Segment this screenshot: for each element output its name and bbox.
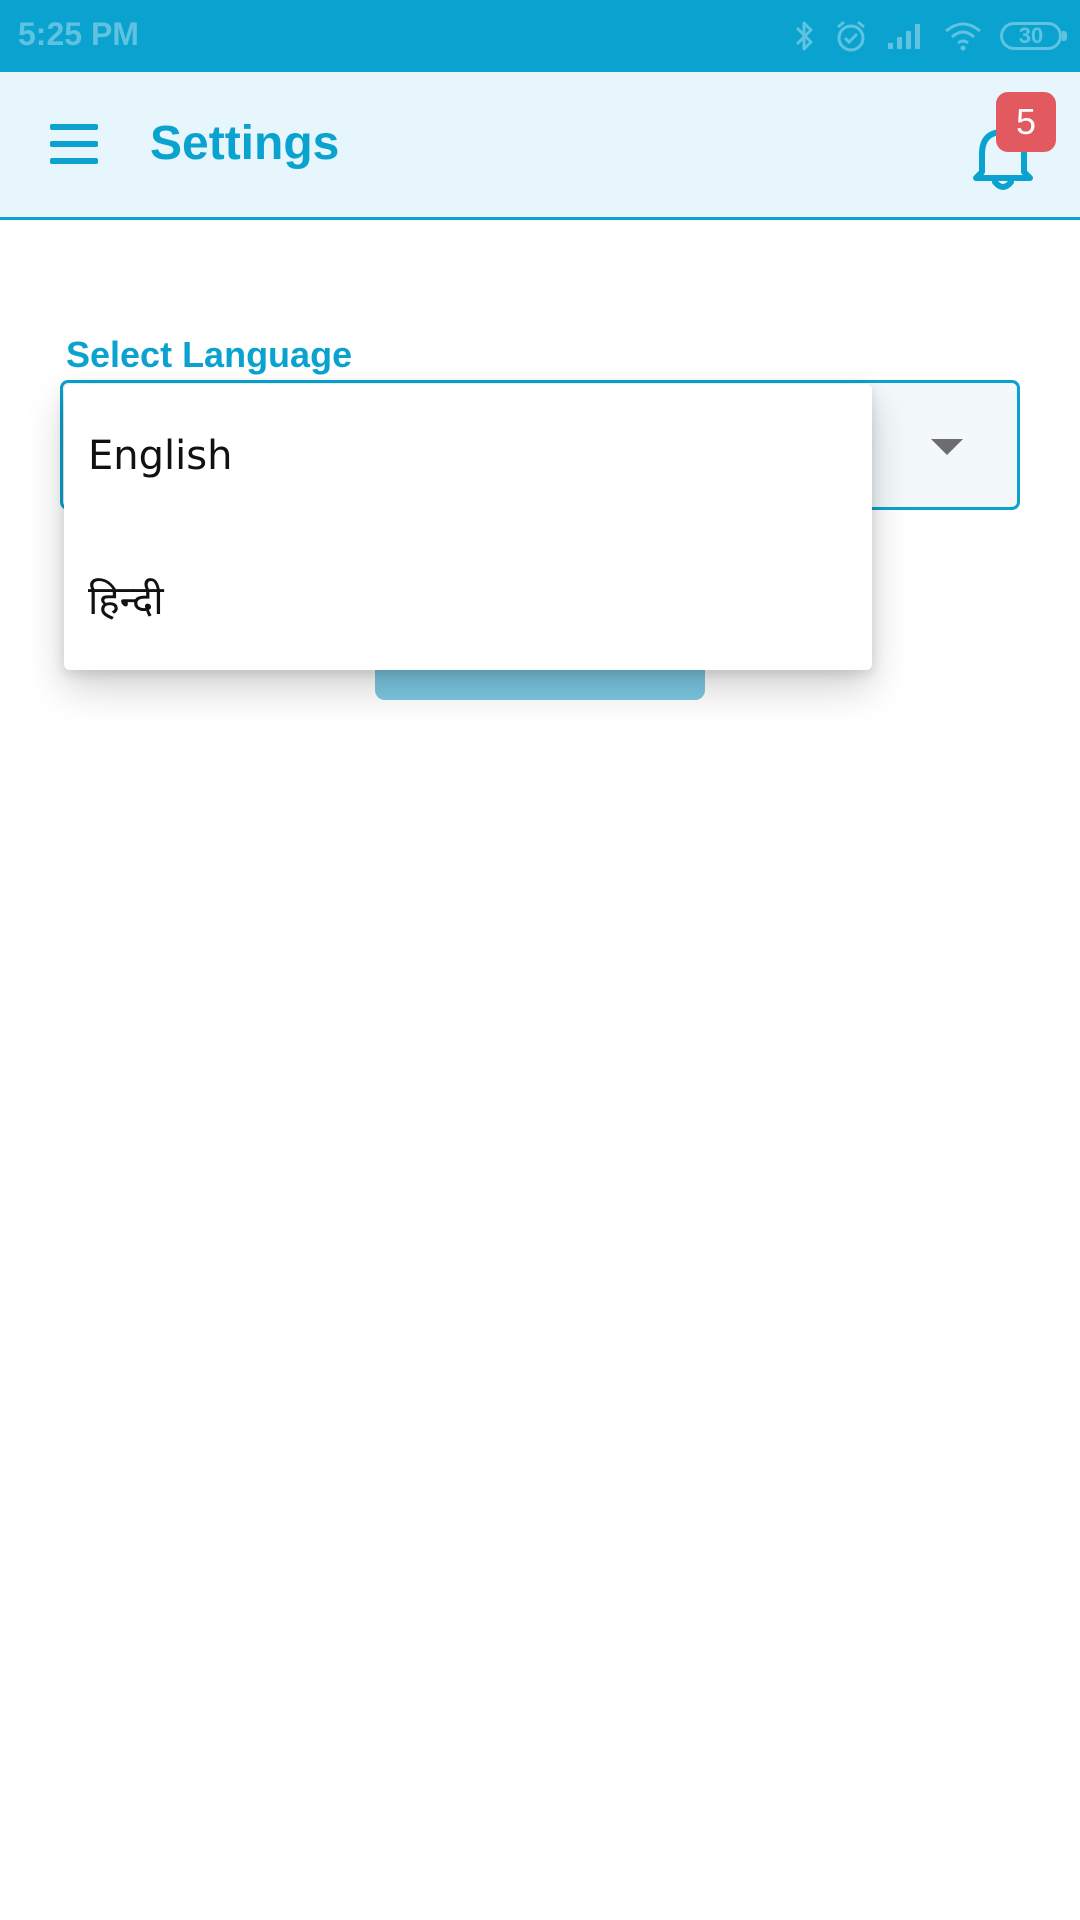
- language-option-english[interactable]: English: [64, 384, 872, 527]
- menu-icon[interactable]: [50, 124, 100, 164]
- status-bar: 5:25 PM 30: [0, 0, 1080, 72]
- alarm-icon: [837, 20, 865, 52]
- status-time: 5:25 PM: [18, 16, 139, 52]
- settings-screen: 5:25 PM 30 Settings 5 Select Language En…: [0, 0, 1080, 1920]
- bluetooth-icon: [795, 21, 813, 51]
- status-icons: 30: [794, 16, 1067, 56]
- page-title: Settings: [150, 117, 340, 170]
- language-dropdown-menu: English हिन्दी: [64, 384, 872, 670]
- battery-icon: 30: [1000, 22, 1067, 50]
- wifi-icon: [945, 22, 981, 51]
- language-option-hindi[interactable]: हिन्दी: [64, 527, 872, 670]
- signal-icon: [888, 24, 920, 49]
- language-label: Select Language: [66, 334, 353, 375]
- dropdown-arrow-icon: [931, 439, 963, 455]
- app-bar: Settings: [0, 72, 1080, 220]
- notification-badge: 5: [996, 92, 1056, 152]
